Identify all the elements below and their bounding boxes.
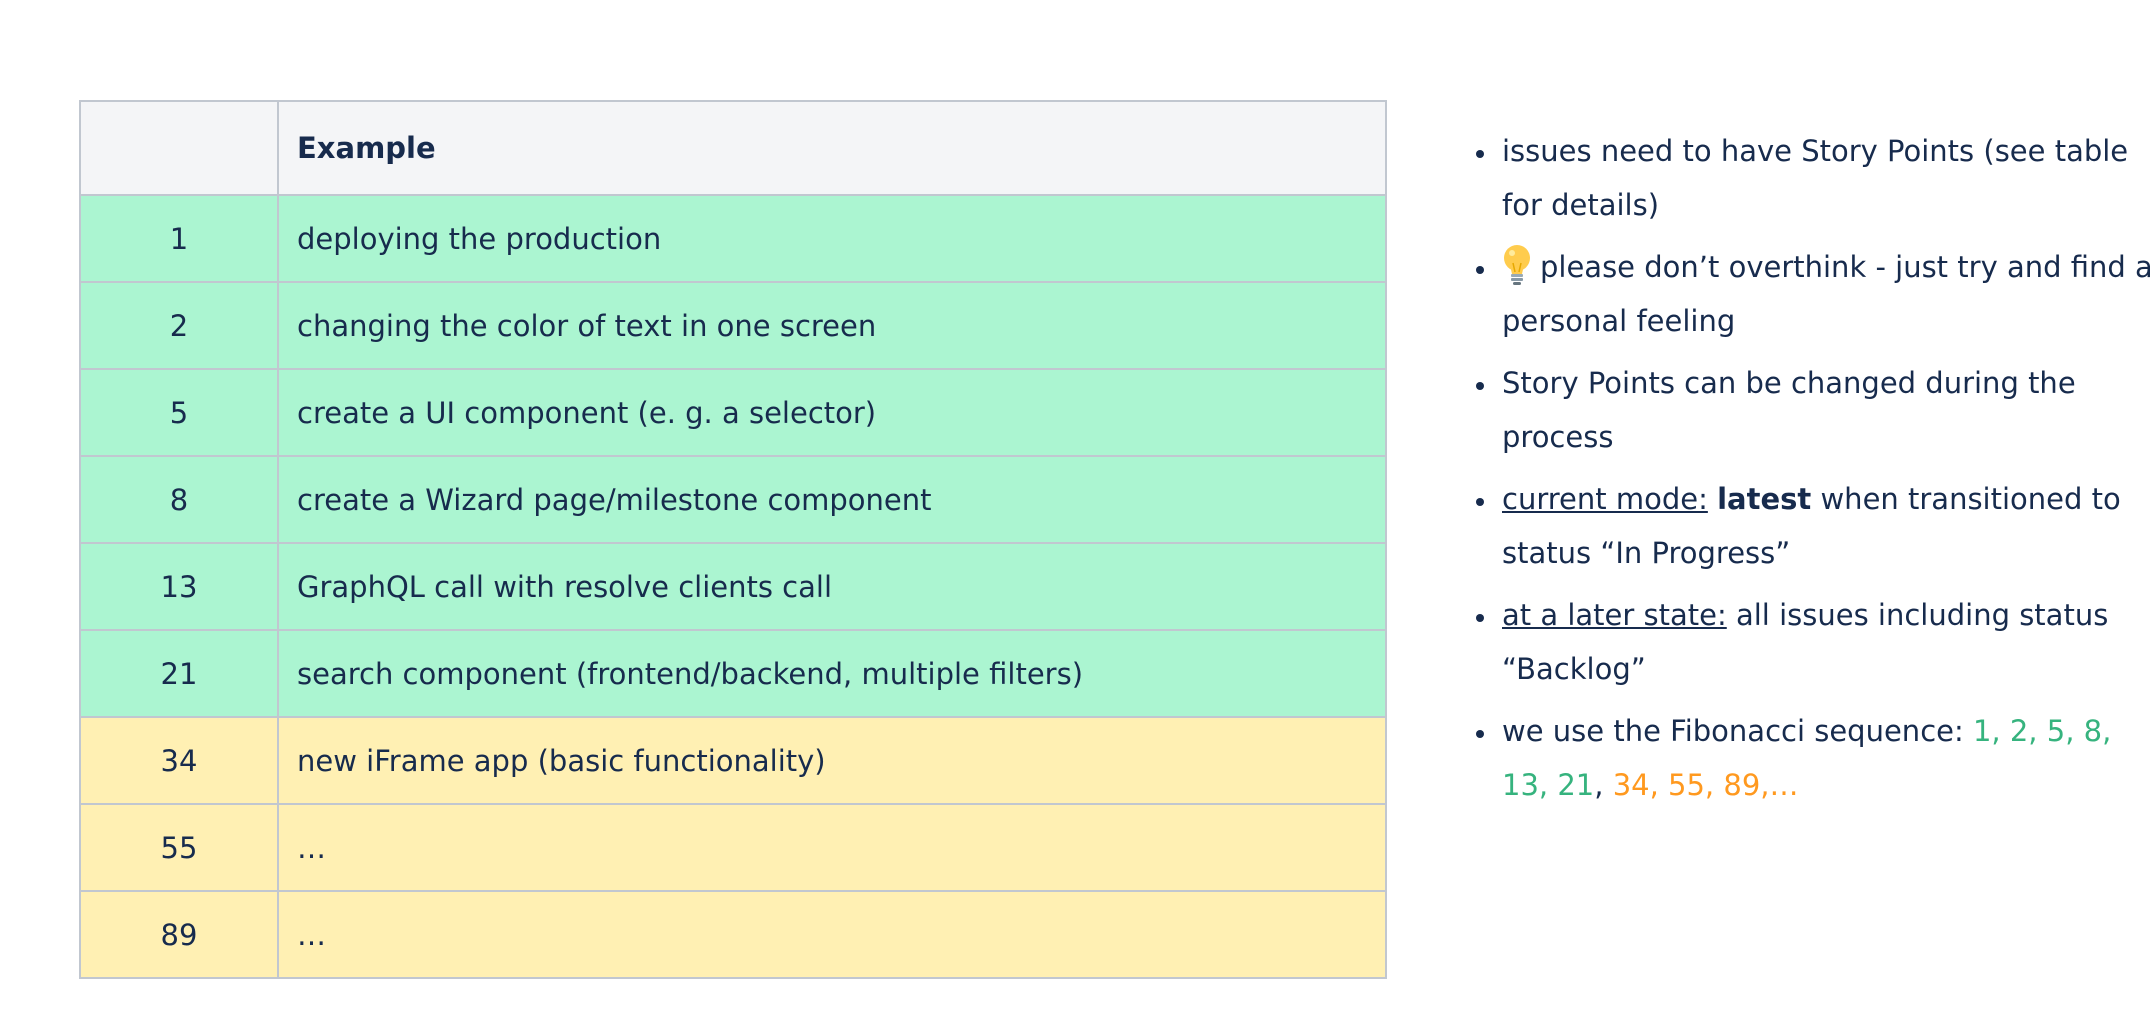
page: Example 1 deploying the production 2 cha… [0, 0, 2150, 1014]
table-row: 5 create a UI component (e. g. a selecto… [79, 368, 1387, 457]
list-item: Story Points can be changed during the p… [1498, 356, 2150, 464]
fibonacci-orange-values: 34, 55, 89,… [1612, 768, 1799, 802]
example-cell: changing the color of text in one screen [277, 281, 1387, 370]
points-cell: 8 [79, 455, 279, 544]
list-item: at a later state: all issues including s… [1498, 588, 2150, 696]
notes-list: issues need to have Story Points (see ta… [1460, 124, 2150, 820]
example-cell: … [277, 803, 1387, 892]
list-item: please don’t overthink - just try and fi… [1498, 240, 2150, 348]
example-cell: search component (frontend/backend, mult… [277, 629, 1387, 718]
table-row: 21 search component (frontend/backend, m… [79, 629, 1387, 718]
example-column-header: Example [277, 100, 1387, 196]
example-cell: create a Wizard page/milestone component [277, 455, 1387, 544]
example-cell: new iFrame app (basic functionality) [277, 716, 1387, 805]
list-item: issues need to have Story Points (see ta… [1498, 124, 2150, 232]
table-row: 34 new iFrame app (basic functionality) [79, 716, 1387, 805]
note-text: please don’t overthink - just try and fi… [1502, 250, 2150, 338]
note-text: Story Points can be changed during the p… [1502, 366, 2076, 454]
points-cell: 89 [79, 890, 279, 979]
table-row: 2 changing the color of text in one scre… [79, 281, 1387, 370]
later-state-label: at a later state: [1502, 598, 1727, 632]
points-cell: 55 [79, 803, 279, 892]
points-cell: 5 [79, 368, 279, 457]
table-row: 55 … [79, 803, 1387, 892]
points-cell: 13 [79, 542, 279, 631]
table-header-row: Example [79, 100, 1387, 196]
example-cell: deploying the production [277, 194, 1387, 283]
lightbulb-icon [1502, 243, 1532, 287]
note-text: issues need to have Story Points (see ta… [1502, 134, 2129, 222]
points-cell: 34 [79, 716, 279, 805]
fibonacci-separator: , [1594, 768, 1613, 802]
current-mode-label: current mode: [1502, 482, 1708, 516]
table-row: 8 create a Wizard page/milestone compone… [79, 455, 1387, 544]
story-points-table: Example 1 deploying the production 2 cha… [79, 100, 1387, 979]
example-cell: GraphQL call with resolve clients call [277, 542, 1387, 631]
list-item: current mode: latest when transitioned t… [1498, 472, 2150, 580]
table-row: 1 deploying the production [79, 194, 1387, 283]
points-cell: 21 [79, 629, 279, 718]
points-cell: 1 [79, 194, 279, 283]
note-text: we use the Fibonacci sequence: [1502, 714, 1973, 748]
table-row: 13 GraphQL call with resolve clients cal… [79, 542, 1387, 631]
table-row: 89 … [79, 890, 1387, 979]
current-mode-value: latest [1717, 482, 1812, 516]
points-column-header [79, 100, 279, 196]
example-cell: … [277, 890, 1387, 979]
example-cell: create a UI component (e. g. a selector) [277, 368, 1387, 457]
points-cell: 2 [79, 281, 279, 370]
list-item: we use the Fibonacci sequence: 1, 2, 5, … [1498, 704, 2150, 812]
